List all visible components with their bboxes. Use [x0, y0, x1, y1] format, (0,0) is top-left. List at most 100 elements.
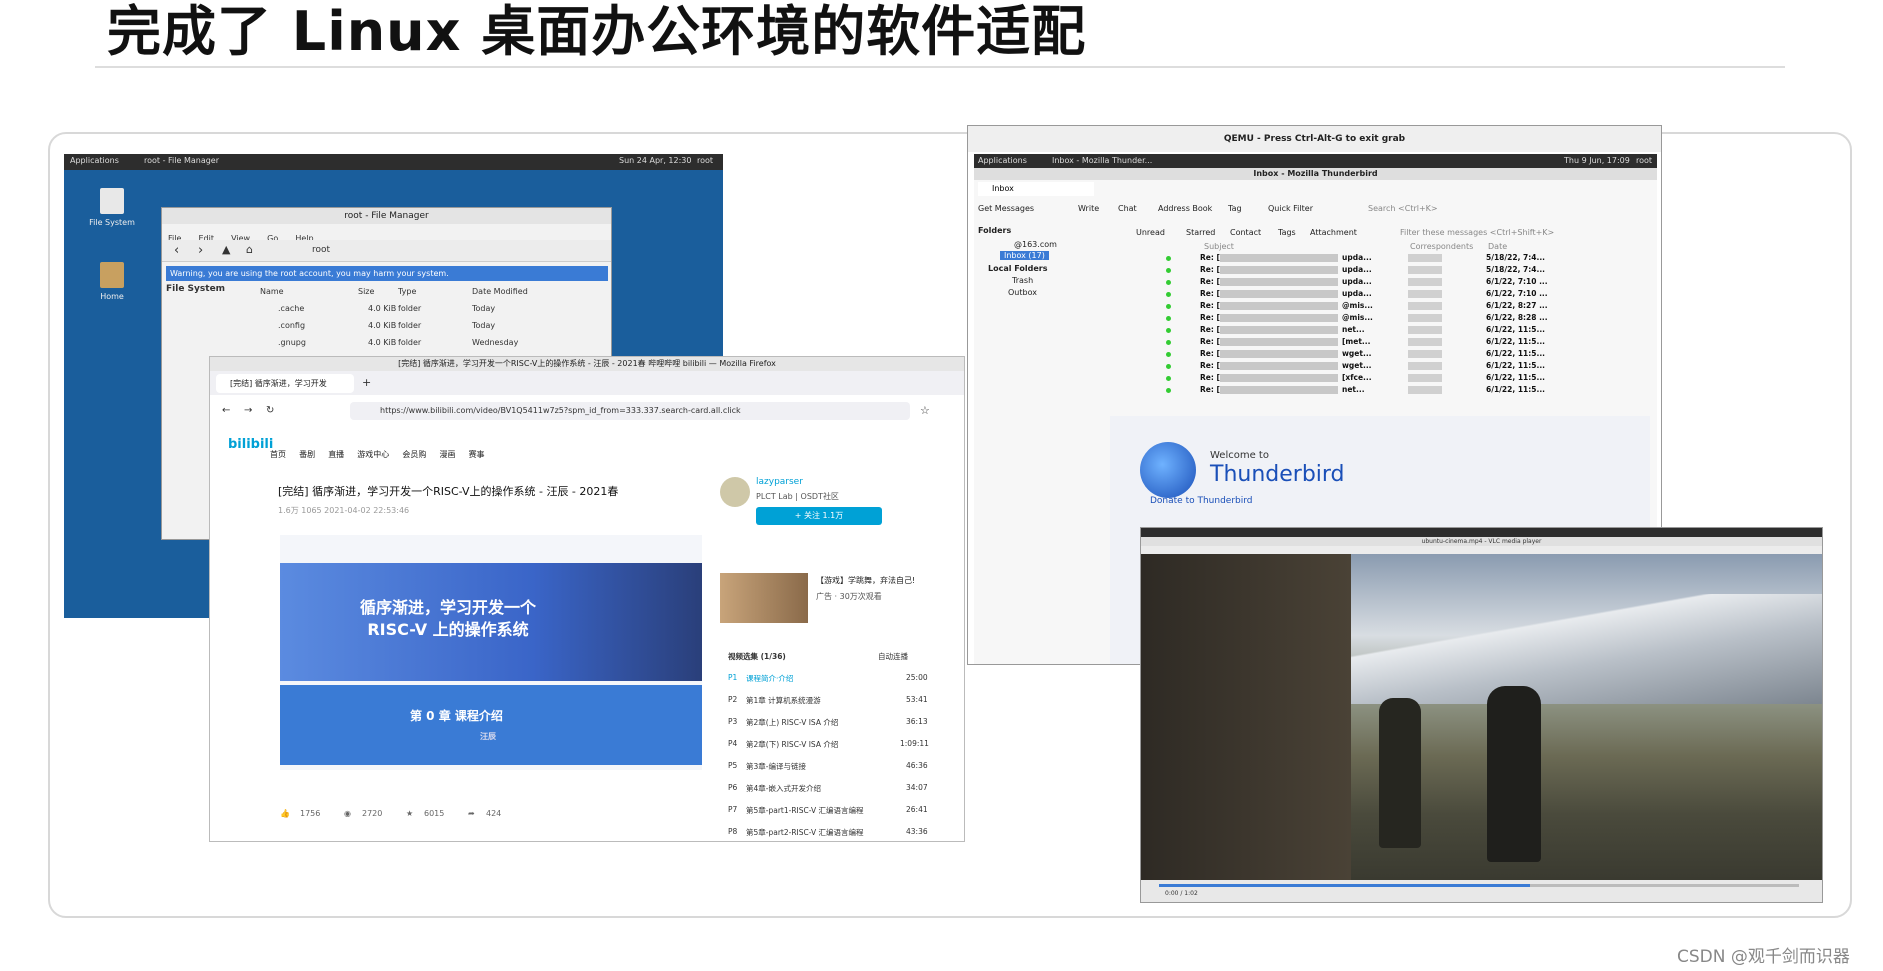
root-warning: Warning, you are using the root account,…	[166, 266, 608, 281]
list-item[interactable]: Re: [upda... 6/1/22, 7:10 ...	[1110, 288, 1650, 300]
ad-title[interactable]: 【游戏】学跳舞，弃法自己!	[816, 575, 915, 586]
applications-menu[interactable]: Applications	[978, 156, 1027, 165]
forward-icon[interactable]: →	[244, 405, 252, 416]
nav-item[interactable]: 番剧	[299, 450, 315, 459]
list-item[interactable]: Re: [upda... 6/1/22, 7:10 ...	[1110, 276, 1650, 288]
back-icon[interactable]: ←	[222, 405, 230, 416]
cabin-scene	[1141, 554, 1351, 880]
up-icon[interactable]: ▲	[222, 243, 230, 256]
playlist-item[interactable]: P2 第1章 计算机系统漫游 53:41	[728, 691, 938, 713]
playlist-item[interactable]: P6 第4章-嵌入式开发介绍 34:07	[728, 779, 938, 801]
ad-thumbnail[interactable]	[720, 573, 808, 623]
share-icon[interactable]: ➦	[468, 809, 475, 818]
url-bar[interactable]: https://www.bilibili.com/video/BV1Q5411w…	[350, 402, 910, 420]
playlist-item[interactable]: P7 第5章-part1-RISC-V 汇编语言编程 26:41	[728, 801, 938, 823]
nav-item[interactable]: 漫画	[439, 450, 455, 459]
list-item[interactable]: Re: [upda... 5/18/22, 7:4...	[1110, 252, 1650, 264]
filter-attachment[interactable]: Attachment	[1310, 228, 1357, 237]
window-title: [完结] 循序渐进，学习开发一个RISC-V上的操作系统 - 汪辰 - 2021…	[210, 357, 964, 371]
filter-contact[interactable]: Contact	[1230, 228, 1261, 237]
tag-button[interactable]: Tag	[1228, 204, 1242, 213]
column-correspondents[interactable]: Correspondents	[1410, 242, 1473, 251]
address-book-button[interactable]: Address Book	[1158, 204, 1212, 213]
desktop-icon-home[interactable]: Home	[82, 262, 142, 301]
list-item[interactable]: Re: [[xfce... 6/1/22, 11:5...	[1110, 372, 1650, 384]
vlc-window: ubuntu-cinema.mp4 - VLC media player 0:0…	[1140, 527, 1823, 903]
folder-outbox[interactable]: Outbox	[1008, 288, 1037, 297]
taskbar-window[interactable]: Inbox - Mozilla Thunder...	[1052, 156, 1152, 165]
forward-icon[interactable]: ›	[198, 243, 203, 258]
tree-root[interactable]: File System	[166, 284, 256, 294]
nav-item[interactable]: 游戏中心	[357, 450, 389, 459]
folder-local[interactable]: Local Folders	[988, 264, 1048, 273]
playlist-item[interactable]: P8 第5章-part2-RISC-V 汇编语言编程 43:36	[728, 823, 938, 841]
list-item[interactable]: Re: [upda... 5/18/22, 7:4...	[1110, 264, 1650, 276]
reload-icon[interactable]: ↻	[266, 405, 274, 416]
chapter-subtitle: 汪辰	[480, 732, 496, 741]
column-date[interactable]: Date	[1488, 242, 1507, 251]
playlist-item[interactable]: P1 课程简介·介绍 25:00	[728, 669, 938, 691]
back-icon[interactable]: ‹	[174, 243, 179, 258]
table-row[interactable]: .gnupg 4.0 KiB folder Wednesday	[260, 335, 608, 352]
uploader-name[interactable]: lazyparser	[756, 477, 803, 487]
filter-unread[interactable]: Unread	[1136, 228, 1165, 237]
playlist-header: 视频选集 (1/36) 自动连播	[728, 651, 908, 662]
bilibili-logo[interactable]: bilibili	[228, 437, 273, 452]
seek-bar[interactable]	[1159, 884, 1799, 887]
column-subject[interactable]: Subject	[1204, 242, 1234, 251]
list-item[interactable]: Re: [@mis... 6/1/22, 8:28 ...	[1110, 312, 1650, 324]
nav-item[interactable]: 会员购	[402, 450, 426, 459]
list-item[interactable]: Re: [wget... 6/1/22, 11:5...	[1110, 360, 1650, 372]
seek-fill	[1159, 884, 1531, 887]
nav-item[interactable]: 赛事	[469, 450, 485, 459]
list-item[interactable]: Re: [wget... 6/1/22, 11:5...	[1110, 348, 1650, 360]
new-tab-icon[interactable]: +	[362, 376, 371, 389]
avatar[interactable]	[720, 477, 750, 507]
chat-button[interactable]: Chat	[1118, 204, 1137, 213]
filter-tags[interactable]: Tags	[1278, 228, 1296, 237]
video-player[interactable]: 循序渐进，学习开发一个 RISC-V 上的操作系统 第 0 章 课程介绍 汪辰	[280, 535, 702, 770]
welcome-text: Welcome to	[1210, 450, 1269, 461]
home-icon[interactable]: ⌂	[246, 243, 253, 256]
table-row[interactable]: .cache 4.0 KiB folder Today	[260, 301, 608, 318]
list-item[interactable]: Re: [net... 6/1/22, 11:5...	[1110, 384, 1650, 396]
applications-menu[interactable]: Applications	[70, 156, 119, 165]
account-folder[interactable]: @163.com	[1014, 240, 1057, 249]
filter-input[interactable]: Filter these messages <Ctrl+Shift+K>	[1400, 228, 1554, 237]
search-input[interactable]: Search <Ctrl+K>	[1368, 204, 1438, 213]
playlist-item[interactable]: P3 第2章(上) RISC-V ISA 介绍 36:13	[728, 713, 938, 735]
donate-link[interactable]: Donate to Thunderbird	[1150, 496, 1253, 506]
nav-item[interactable]: 首页	[270, 450, 286, 459]
panel-user: root	[1636, 156, 1653, 165]
location-button[interactable]: root	[312, 245, 330, 255]
follow-button[interactable]: + 关注 1.1万	[756, 507, 882, 525]
coin-icon[interactable]: ◉	[344, 809, 351, 818]
guest-top-panel: Applications Inbox - Mozilla Thunder... …	[974, 154, 1657, 168]
taskbar-window[interactable]: root - File Manager	[144, 156, 219, 165]
list-item[interactable]: Re: [[met... 6/1/22, 11:5...	[1110, 336, 1650, 348]
filter-starred[interactable]: Starred	[1186, 228, 1215, 237]
toolbar: ‹ › ▲ ⌂ root	[162, 240, 611, 262]
table-row[interactable]: .config 4.0 KiB folder Today	[260, 318, 608, 335]
playlist-item[interactable]: P5 第3章-编译与链接 46:36	[728, 757, 938, 779]
video-frame[interactable]	[1141, 554, 1822, 880]
list-item[interactable]: Re: [@mis... 6/1/22, 8:27 ...	[1110, 300, 1650, 312]
nav-item[interactable]: 直播	[328, 450, 344, 459]
desktop-icon-filesystem[interactable]: File System	[82, 188, 142, 227]
get-messages-button[interactable]: Get Messages	[978, 204, 1034, 213]
like-icon[interactable]: 👍	[280, 809, 290, 818]
write-button[interactable]: Write	[1078, 204, 1099, 213]
autoplay-toggle[interactable]: 自动连播	[878, 651, 908, 662]
list-item[interactable]: Re: [net... 6/1/22, 11:5...	[1110, 324, 1650, 336]
banner-text: 循序渐进，学习开发一个 RISC-V 上的操作系统	[359, 598, 536, 639]
bookmark-star-icon[interactable]: ☆	[920, 404, 930, 417]
thunderbird-logo-icon	[1140, 442, 1196, 498]
playlist-item[interactable]: P4 第2章(下) RISC-V ISA 介绍 1:09:11	[728, 735, 938, 757]
folder-inbox[interactable]: Inbox (17)	[1000, 251, 1049, 260]
panel-clock: Sun 24 Apr, 12:30	[619, 156, 692, 165]
quick-filter-button[interactable]: Quick Filter	[1268, 204, 1313, 213]
folder-trash[interactable]: Trash	[1012, 276, 1033, 285]
favorite-icon[interactable]: ★	[406, 809, 413, 818]
tab-inbox[interactable]: Inbox	[978, 182, 1094, 196]
browser-tab[interactable]: [完结] 循序渐进，学习开发	[216, 374, 354, 393]
